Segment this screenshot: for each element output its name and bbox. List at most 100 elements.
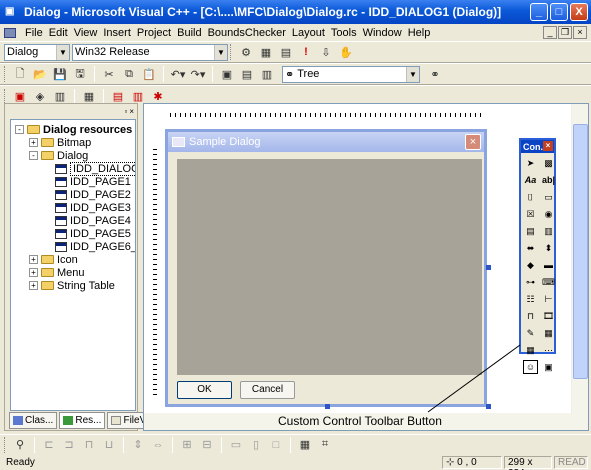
tree-item-idd-page3[interactable]: IDD_PAGE3 bbox=[55, 201, 131, 214]
spin-icon[interactable]: ◆ bbox=[523, 258, 538, 272]
ip-address-icon[interactable]: ⋯ bbox=[541, 343, 556, 357]
center-horizontal-icon[interactable]: ⇔ bbox=[149, 436, 167, 454]
tab-classview[interactable]: Clas... bbox=[9, 412, 58, 429]
space-across-icon[interactable]: ⊞ bbox=[178, 436, 196, 454]
chevron-down-icon[interactable]: ▼ bbox=[214, 44, 227, 60]
expand-icon[interactable]: + bbox=[29, 138, 38, 147]
close-button[interactable]: X bbox=[570, 3, 588, 21]
menu-insert[interactable]: Insert bbox=[100, 27, 134, 39]
menu-tools[interactable]: Tools bbox=[328, 27, 360, 39]
group-box-icon[interactable]: ⌷ bbox=[523, 190, 538, 204]
tree-item-idd-page2[interactable]: IDD_PAGE2 bbox=[55, 188, 131, 201]
align-top-icon[interactable]: ⊓ bbox=[80, 436, 98, 454]
radio-button-icon[interactable]: ◉ bbox=[541, 207, 556, 221]
find-combo[interactable]: ⚭ Tree ▼ bbox=[282, 65, 420, 83]
tree-item-idd-page6-page[interactable]: IDD_PAGE6_PAGE bbox=[55, 240, 135, 253]
same-height-icon[interactable]: ▯ bbox=[247, 436, 265, 454]
output-icon[interactable]: ▤ bbox=[238, 65, 256, 83]
tree-item-icon[interactable]: + Icon bbox=[29, 253, 78, 266]
tree-item-menu[interactable]: + Menu bbox=[29, 266, 85, 279]
vertical-scrollbar[interactable] bbox=[571, 104, 588, 414]
space-down-icon[interactable]: ⊟ bbox=[198, 436, 216, 454]
toggle-grid-icon[interactable]: ▦ bbox=[296, 436, 314, 454]
combo-box-icon[interactable]: ▤ bbox=[523, 224, 538, 238]
pointer-icon[interactable]: ➤ bbox=[523, 156, 538, 170]
menu-project[interactable]: Project bbox=[134, 27, 174, 39]
cancel-button[interactable]: Cancel bbox=[240, 381, 295, 399]
open-folder-icon[interactable]: 📂 bbox=[31, 65, 49, 83]
collapse-icon[interactable]: - bbox=[29, 151, 38, 160]
undo-icon[interactable]: ↶▾ bbox=[169, 65, 187, 83]
expand-icon[interactable]: + bbox=[29, 255, 38, 264]
checkbox-icon[interactable]: ☒ bbox=[523, 207, 538, 221]
vertical-scrollbar-icon[interactable]: ⬍ bbox=[541, 241, 556, 255]
workspace-icon[interactable]: ▣ bbox=[218, 65, 236, 83]
animate-icon[interactable]: 🎞 bbox=[541, 309, 556, 323]
ok-button[interactable]: OK bbox=[177, 381, 232, 399]
project-combo[interactable]: Dialog ▼ bbox=[4, 43, 70, 61]
menu-window[interactable]: Window bbox=[360, 27, 405, 39]
save-all-icon[interactable]: 🖫 bbox=[71, 65, 89, 83]
palette-close-icon[interactable]: × bbox=[543, 141, 553, 151]
edit-box-icon[interactable]: ab| bbox=[541, 173, 556, 187]
maximize-button[interactable]: □ bbox=[550, 3, 568, 21]
compile-icon[interactable]: ⚙ bbox=[237, 43, 255, 61]
menu-build[interactable]: Build bbox=[174, 27, 204, 39]
breakpoint-hand-icon[interactable]: ✋ bbox=[337, 43, 355, 61]
sample-dialog-close-icon[interactable]: × bbox=[465, 134, 481, 150]
button-icon[interactable]: ▭ bbox=[541, 190, 556, 204]
slider-icon[interactable]: ⊶ bbox=[523, 275, 538, 289]
document-icon[interactable] bbox=[4, 28, 16, 38]
save-icon[interactable]: 💾 bbox=[51, 65, 69, 83]
menu-view[interactable]: View bbox=[71, 27, 101, 39]
align-right-icon[interactable]: ⊐ bbox=[60, 436, 78, 454]
list-box-icon[interactable]: ▥ bbox=[541, 224, 556, 238]
menu-edit[interactable]: Edit bbox=[46, 27, 71, 39]
toolbar-grip[interactable] bbox=[230, 44, 233, 60]
menu-file[interactable]: File bbox=[22, 27, 46, 39]
tree-control-icon[interactable]: ⊢ bbox=[541, 292, 556, 306]
test-dialog-icon[interactable]: ⚲ bbox=[11, 436, 29, 454]
center-vertical-icon[interactable]: ⇕ bbox=[129, 436, 147, 454]
paste-icon[interactable]: 📋 bbox=[140, 65, 158, 83]
list-control-icon[interactable]: ☷ bbox=[523, 292, 538, 306]
cut-icon[interactable]: ✂ bbox=[100, 65, 118, 83]
expand-icon[interactable]: + bbox=[29, 281, 38, 290]
chevron-down-icon[interactable]: ▼ bbox=[56, 44, 69, 60]
window-list-icon[interactable]: ▥ bbox=[258, 65, 276, 83]
hotkey-icon[interactable]: ⌨ bbox=[541, 275, 556, 289]
tree-item-bitmap[interactable]: + Bitmap bbox=[29, 136, 91, 149]
panel-close-icon[interactable]: × bbox=[129, 107, 134, 116]
tree-item-idd-dialog1[interactable]: IDD_DIALOG1 bbox=[55, 161, 135, 176]
mdi-restore-button[interactable]: ❐ bbox=[558, 26, 572, 39]
align-left-icon[interactable]: ⊏ bbox=[40, 436, 58, 454]
mdi-minimize-button[interactable]: _ bbox=[543, 26, 557, 39]
expand-icon[interactable]: + bbox=[29, 268, 38, 277]
execute-icon[interactable]: ⇩ bbox=[317, 43, 335, 61]
horizontal-scrollbar-icon[interactable]: ⬌ bbox=[523, 241, 538, 255]
menu-help[interactable]: Help bbox=[405, 27, 434, 39]
menu-boundschecker[interactable]: BoundsChecker bbox=[205, 27, 289, 39]
minimize-button[interactable]: _ bbox=[530, 3, 548, 21]
stop-build-icon[interactable]: ! bbox=[297, 43, 315, 61]
tree-item-idd-page5[interactable]: IDD_PAGE5 bbox=[55, 227, 131, 240]
tree-item-dialog-resources[interactable]: - Dialog resources bbox=[15, 123, 132, 136]
picture-icon[interactable]: ▩ bbox=[541, 156, 556, 170]
build-icon[interactable]: ▦ bbox=[257, 43, 275, 61]
static-text-icon[interactable]: Aa bbox=[523, 173, 538, 187]
progress-icon[interactable]: ▬ bbox=[541, 258, 556, 272]
chevron-down-icon[interactable]: ▼ bbox=[406, 66, 419, 82]
tree-item-string-table[interactable]: + String Table bbox=[29, 279, 115, 292]
menu-layout[interactable]: Layout bbox=[289, 27, 328, 39]
resize-handle-bottom[interactable] bbox=[325, 404, 330, 409]
config-combo[interactable]: Win32 Release ▼ bbox=[72, 43, 228, 61]
rebuild-icon[interactable]: ▤ bbox=[277, 43, 295, 61]
panel-restore-icon[interactable]: ▫ bbox=[124, 107, 127, 116]
tab-control-icon[interactable]: ⊓ bbox=[523, 309, 538, 323]
copy-icon[interactable]: ⧉ bbox=[120, 65, 138, 83]
same-width-icon[interactable]: ▭ bbox=[227, 436, 245, 454]
collapse-icon[interactable]: - bbox=[15, 125, 24, 134]
toggle-guides-icon[interactable]: ⌗ bbox=[316, 436, 334, 454]
resize-handle-right[interactable] bbox=[486, 265, 491, 270]
rich-edit-icon[interactable]: ✎ bbox=[523, 326, 538, 340]
